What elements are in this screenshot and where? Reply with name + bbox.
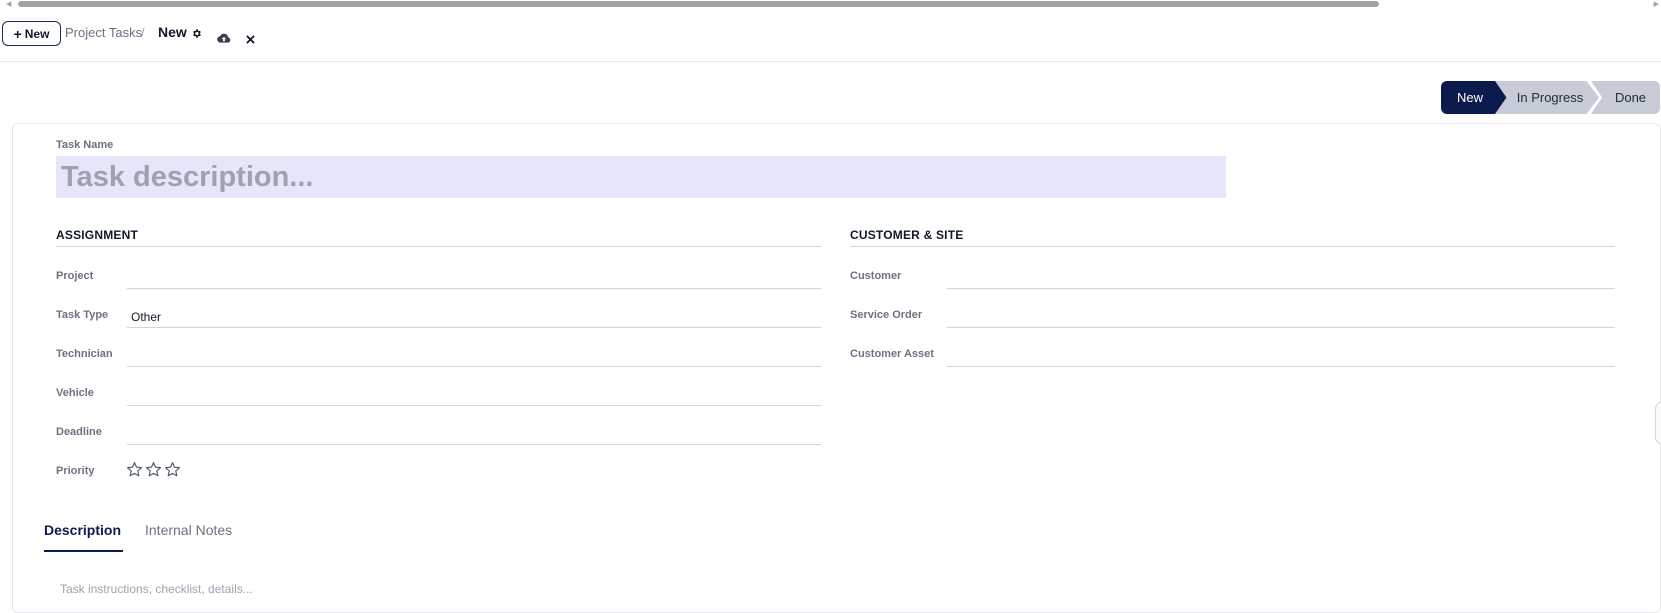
priority-label: Priority xyxy=(56,465,95,477)
task-name-placeholder: Task description... xyxy=(61,160,314,193)
service-order-label: Service Order xyxy=(850,309,923,321)
scrollbar-thumb[interactable] xyxy=(18,1,1379,7)
star-outline-icon[interactable] xyxy=(164,461,181,483)
status-pipeline: New In Progress Done xyxy=(1441,81,1660,114)
cloud-upload-icon[interactable] xyxy=(217,31,231,49)
assignment-section-title: ASSIGNMENT xyxy=(56,228,139,242)
breadcrumb-parent-link[interactable]: Project Tasks xyxy=(65,25,142,40)
tab-description[interactable]: Description xyxy=(44,522,121,538)
task-type-field[interactable] xyxy=(127,327,821,328)
scroll-left-icon[interactable]: ◀ xyxy=(6,1,11,8)
customer-asset-field[interactable] xyxy=(947,366,1615,367)
assignment-divider xyxy=(56,246,821,247)
customer-label: Customer xyxy=(850,270,902,282)
status-step-done[interactable]: Done xyxy=(1591,81,1660,114)
new-record-button-label: New xyxy=(24,26,50,41)
project-field[interactable] xyxy=(127,288,821,289)
description-editor[interactable]: Task instructions, checklist, details... xyxy=(60,582,253,596)
service-order-field[interactable] xyxy=(947,327,1615,328)
task-name-input[interactable]: Task description... xyxy=(56,156,1226,198)
tab-internal-notes[interactable]: Internal Notes xyxy=(145,522,232,538)
active-tab-indicator xyxy=(44,550,123,552)
breadcrumb-separator: / xyxy=(141,25,145,40)
star-outline-icon[interactable] xyxy=(126,461,143,483)
customer-field[interactable] xyxy=(947,288,1615,289)
technician-field[interactable] xyxy=(127,366,821,367)
control-panel: + New Project Tasks / New xyxy=(0,10,1661,62)
task-type-value[interactable]: Other xyxy=(131,310,161,324)
breadcrumb-current: New xyxy=(158,24,187,40)
horizontal-scrollbar[interactable]: ◀ ▶ xyxy=(0,0,1661,9)
task-name-label: Task Name xyxy=(56,139,114,151)
side-panel-handle[interactable] xyxy=(1655,401,1661,445)
customer-asset-label: Customer Asset xyxy=(850,348,934,360)
scroll-right-icon[interactable]: ▶ xyxy=(1654,1,1659,8)
new-record-button[interactable]: + New xyxy=(2,21,61,46)
customer-divider xyxy=(850,246,1615,247)
customer-section-title: CUSTOMER & SITE xyxy=(850,228,964,242)
project-label: Project xyxy=(56,270,94,282)
technician-label: Technician xyxy=(56,348,113,360)
task-type-label: Task Type xyxy=(56,309,109,321)
deadline-label: Deadline xyxy=(56,426,102,438)
status-step-in-progress[interactable]: In Progress xyxy=(1495,81,1599,114)
vehicle-label: Vehicle xyxy=(56,387,94,399)
vehicle-field[interactable] xyxy=(127,405,821,406)
gear-icon[interactable] xyxy=(191,26,202,44)
close-icon[interactable] xyxy=(246,31,255,49)
deadline-field[interactable] xyxy=(127,444,821,445)
plus-icon: + xyxy=(13,25,22,42)
star-outline-icon[interactable] xyxy=(145,461,162,483)
